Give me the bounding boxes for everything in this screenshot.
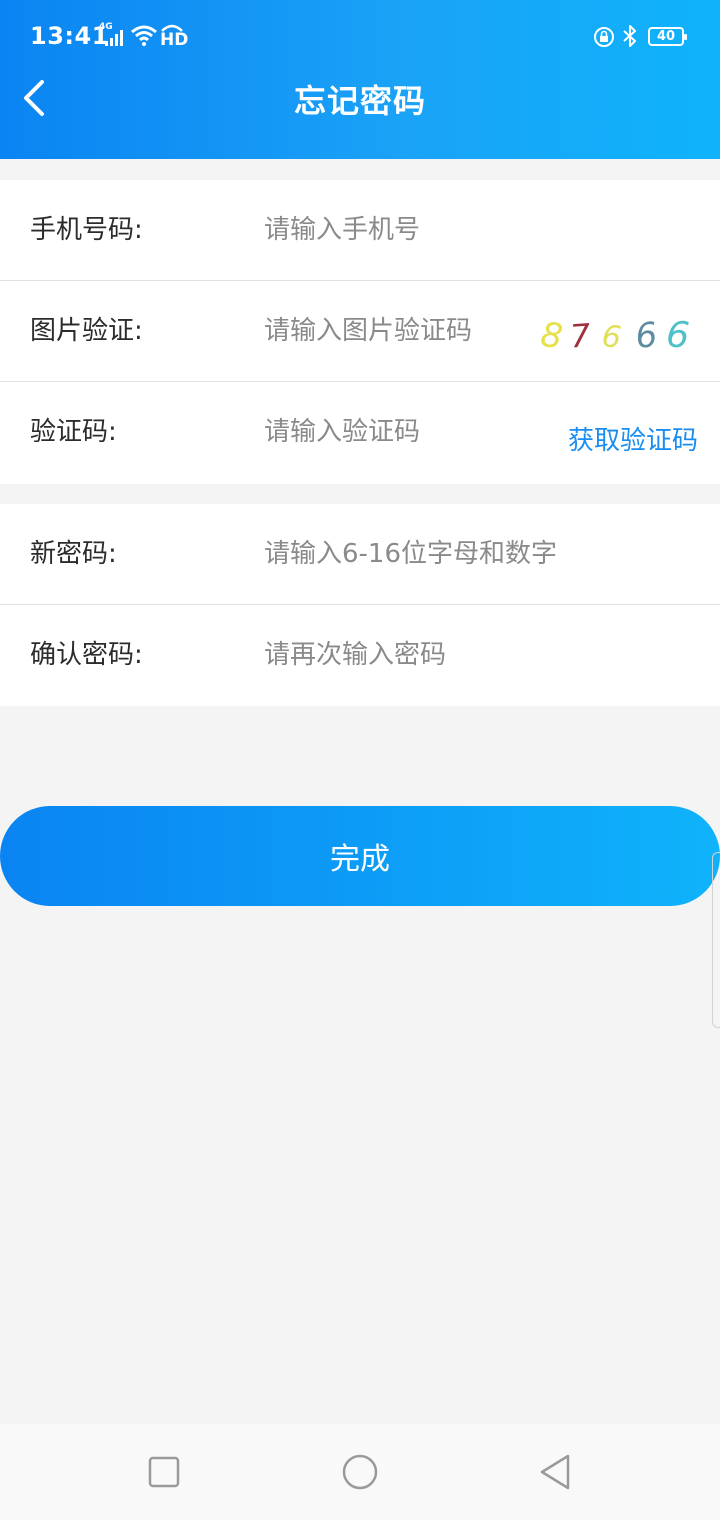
confirm-password-label: 确认密码: <box>30 640 143 670</box>
password-form-group: 新密码: 确认密码: <box>0 504 720 706</box>
confirm-password-row: 确认密码: <box>0 605 720 706</box>
captcha-image[interactable]: 87666 <box>538 303 696 359</box>
scroll-indicator <box>712 852 720 1028</box>
image-code-label: 图片验证: <box>30 316 143 346</box>
sms-code-row: 验证码: 获取验证码 <box>0 382 720 483</box>
home-icon[interactable] <box>340 1452 380 1492</box>
rotation-lock-icon <box>594 27 614 47</box>
phone-input[interactable] <box>264 202 564 258</box>
bluetooth-icon <box>623 25 636 47</box>
cellular-signal-icon: 4G <box>99 22 125 48</box>
new-password-label: 新密码: <box>30 539 117 569</box>
image-code-input[interactable] <box>264 303 564 359</box>
hd-call-icon: HD <box>160 24 188 50</box>
verification-form-group: 手机号码: 图片验证: 87666 验证码: 获取验证码 <box>0 180 720 484</box>
page-title: 忘记密码 <box>293 82 426 120</box>
captcha-digit: 8 <box>538 315 565 358</box>
image-code-row: 图片验证: 87666 <box>0 281 720 382</box>
system-nav-bar <box>0 1424 720 1520</box>
captcha-digit: 6 <box>665 314 691 357</box>
captcha-digit: 6 <box>600 319 623 356</box>
back-icon[interactable] <box>536 1452 576 1492</box>
submit-button[interactable]: 完成 <box>0 806 720 906</box>
phone-label: 手机号码: <box>30 215 143 245</box>
confirm-password-input[interactable] <box>264 627 694 683</box>
app-header: 13:41 4G HD 40 忘记密码 <box>0 0 720 159</box>
status-bar: 13:41 4G HD 40 <box>0 0 720 72</box>
captcha-digit: 6 <box>633 315 659 357</box>
hd-label: HD <box>160 30 189 50</box>
new-password-input[interactable] <box>264 526 694 582</box>
wifi-icon <box>131 25 157 46</box>
captcha-digit: 7 <box>569 316 593 355</box>
sms-code-input[interactable] <box>264 404 564 460</box>
recent-apps-icon[interactable] <box>144 1452 184 1492</box>
status-time: 13:41 <box>30 22 109 50</box>
battery-icon: 40 <box>648 27 687 46</box>
sms-code-label: 验证码: <box>30 417 117 447</box>
new-password-row: 新密码: <box>0 504 720 605</box>
get-code-button[interactable]: 获取验证码 <box>568 420 698 457</box>
phone-row: 手机号码: <box>0 180 720 281</box>
